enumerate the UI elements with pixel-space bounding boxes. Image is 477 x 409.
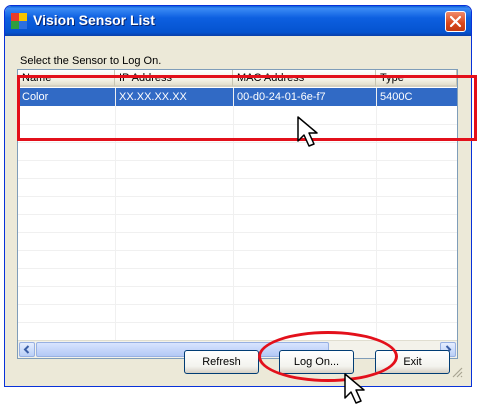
grid-line (18, 214, 457, 215)
highlight-oval (258, 331, 398, 382)
mouse-pointer-icon (344, 373, 365, 404)
grid-line (18, 142, 457, 143)
mouse-pointer-icon (297, 116, 318, 147)
close-button[interactable] (445, 11, 466, 32)
vision-sensor-list-dialog: Vision Sensor List Select the Sensor to … (4, 5, 472, 387)
close-icon (449, 15, 462, 28)
chevron-left-icon (23, 345, 30, 354)
grid-line (18, 304, 457, 305)
instruction-label: Select the Sensor to Log On. (20, 55, 162, 67)
scroll-left-button[interactable] (19, 342, 35, 357)
grid-line (18, 196, 457, 197)
grid-line (18, 286, 457, 287)
window-title: Vision Sensor List (33, 12, 155, 28)
grid-line (18, 322, 457, 323)
title-bar[interactable]: Vision Sensor List (5, 6, 471, 36)
resize-grip-icon[interactable] (451, 366, 463, 378)
highlight-rectangle (17, 75, 477, 141)
grid-line (18, 250, 457, 251)
grid-line (18, 232, 457, 233)
grid-line (18, 160, 457, 161)
refresh-button[interactable]: Refresh (184, 350, 259, 374)
grid-line (18, 268, 457, 269)
grid-line (18, 178, 457, 179)
app-icon (11, 13, 27, 29)
